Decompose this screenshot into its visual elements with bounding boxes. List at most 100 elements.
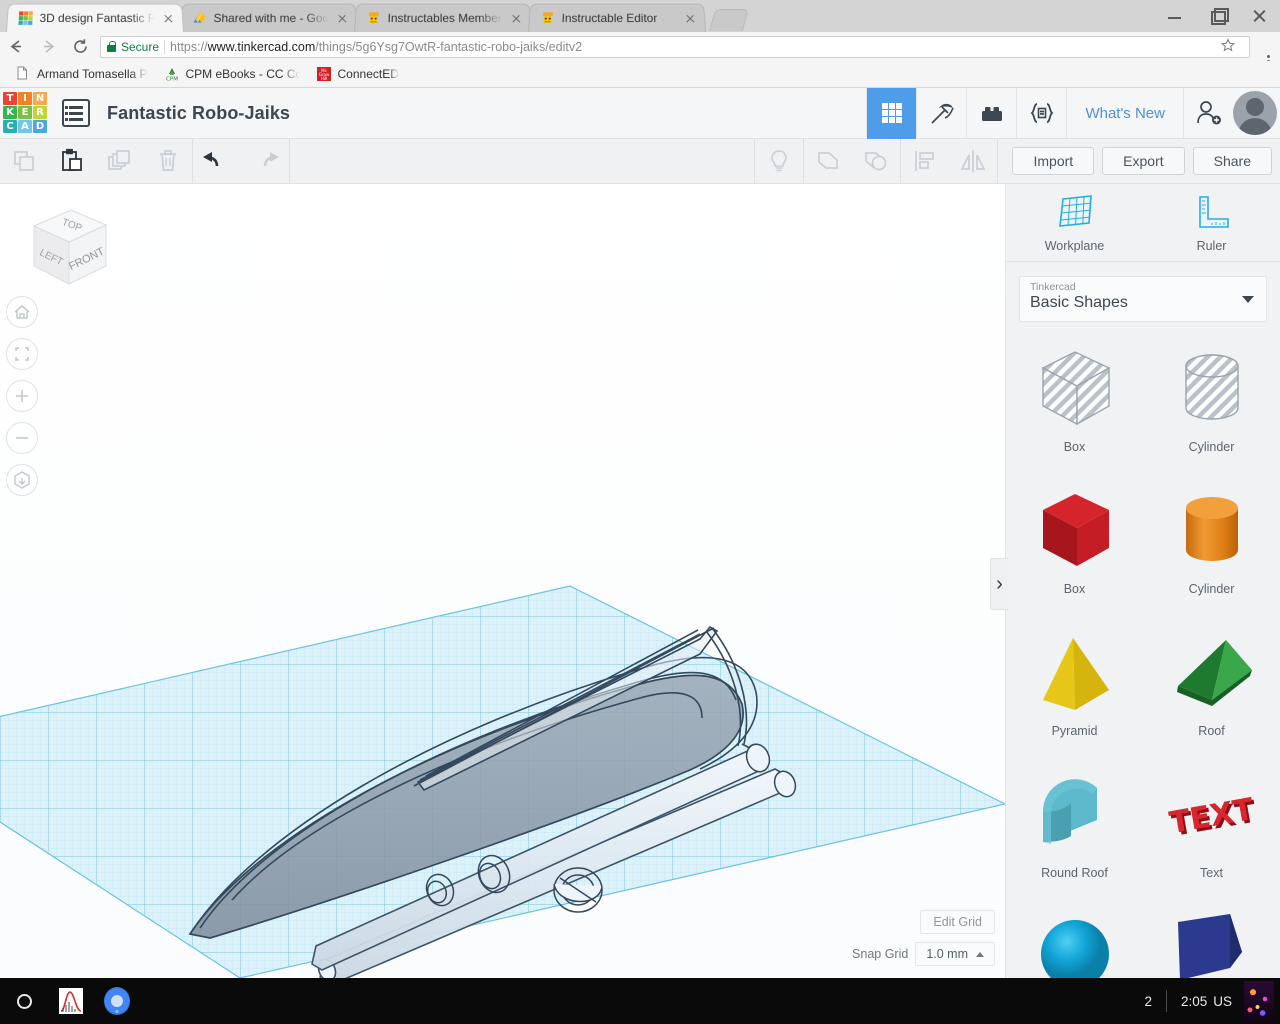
browser-tab-0[interactable]: 3D design Fantastic Rob (6, 3, 184, 32)
browser-tab-1[interactable]: Shared with me - Google (180, 3, 358, 32)
snap-grid-select[interactable]: 1.0 mm (915, 942, 995, 966)
shape-library-select[interactable]: Tinkercad Basic Shapes (1019, 276, 1267, 322)
view-cube[interactable]: TOP LEFT FRONT (14, 200, 114, 300)
launcher-circle (16, 993, 32, 1009)
panel-collapse-button[interactable]: › (990, 558, 1008, 610)
fit-to-view-button[interactable] (6, 338, 38, 370)
shape-item-wedge[interactable]: Wedge (1143, 904, 1280, 978)
close-icon[interactable] (334, 10, 351, 26)
close-icon[interactable] (508, 10, 525, 26)
back-button[interactable] (0, 32, 32, 61)
tinkercad-logo[interactable]: T I N K E R C A D (2, 91, 48, 135)
browser-tab-2[interactable]: Instructables Member : 6 (354, 3, 532, 32)
brick-icon[interactable] (966, 87, 1016, 139)
shape-item-box[interactable]: Box (1006, 478, 1143, 616)
edit-tools (0, 139, 192, 184)
shape-label: Roof (1198, 724, 1225, 738)
text-icon: TEXT TEXT TEXT (1164, 762, 1260, 866)
chrome-icon[interactable] (94, 987, 140, 1015)
shape-item-cylinder-hole[interactable]: Cylinder (1143, 336, 1280, 474)
shapes-panel: Workplane Ruler Tinkercad Basic Shapes B… (1005, 184, 1280, 978)
screen: 3D design Fantastic Rob Shared with me -… (0, 0, 1280, 1024)
pyramid-icon (1027, 620, 1123, 724)
shape-item-round-roof[interactable]: Round Roof (1006, 762, 1143, 900)
notification-count[interactable]: 2 (1130, 994, 1166, 1009)
add-person-icon[interactable] (1183, 87, 1233, 139)
pickaxe-icon[interactable] (916, 87, 966, 139)
lightbulb-icon[interactable] (755, 139, 803, 184)
bookmark-item-2[interactable]: Mc Graw Hill ConnectED (309, 63, 406, 85)
forward-button[interactable] (32, 32, 64, 61)
panel-tools-row: Workplane Ruler (1006, 184, 1280, 262)
group-icon[interactable] (804, 139, 852, 184)
ungroup-icon[interactable] (852, 139, 900, 184)
bookmarks-bar: Armand Tomasella P CPM CPM eBooks - CC C… (0, 61, 1280, 88)
avatar (1233, 91, 1277, 135)
workplane-icon (1058, 194, 1092, 227)
svg-text:TEXT: TEXT (1167, 792, 1257, 841)
document-icon (15, 66, 31, 82)
browser-tab-strip: 3D design Fantastic Rob Shared with me -… (0, 0, 1280, 32)
divider (289, 138, 290, 184)
export-button[interactable]: Export (1102, 147, 1185, 175)
close-icon[interactable] (160, 10, 177, 26)
copy-icon[interactable] (0, 139, 48, 184)
bookmark-item-0[interactable]: Armand Tomasella P (8, 63, 155, 85)
shape-label: Pyramid (1051, 724, 1098, 738)
redo-icon[interactable] (241, 139, 289, 184)
bookmark-label: CPM eBooks - CC Co (185, 67, 300, 81)
import-button[interactable]: Import (1012, 147, 1095, 175)
sphere-icon (1027, 904, 1123, 978)
shape-item-pyramid[interactable]: Pyramid (1006, 620, 1143, 758)
duplicate-icon[interactable] (96, 139, 144, 184)
home-view-button[interactable] (6, 296, 38, 328)
logo-letter: C (3, 120, 17, 133)
grid-view-icon[interactable] (866, 87, 917, 139)
share-button[interactable]: Share (1192, 147, 1272, 175)
wedge-icon (1164, 904, 1260, 978)
input-language[interactable]: US (1213, 994, 1244, 1009)
undo-icon[interactable] (193, 139, 241, 184)
zoom-in-button[interactable] (6, 380, 38, 412)
circle-launcher-icon[interactable] (0, 993, 48, 1009)
shape-item-roof[interactable]: Roof (1143, 620, 1280, 758)
clock[interactable]: 2:05 (1167, 994, 1213, 1009)
workplane-tool[interactable]: Workplane (1006, 184, 1143, 261)
new-tab-button[interactable] (708, 9, 750, 31)
design-menu-icon[interactable] (62, 99, 90, 127)
shape-item-box-hole[interactable]: Box (1006, 336, 1143, 474)
browser-tab-title: 3D design Fantastic Rob (39, 11, 155, 26)
align-icon[interactable] (901, 139, 949, 184)
shape-item-text[interactable]: TEXT TEXT TEXT Text (1143, 762, 1280, 900)
library-name: Basic Shapes (1030, 294, 1128, 311)
delete-icon[interactable] (144, 139, 192, 184)
wallpaper-thumbnail[interactable] (1244, 981, 1274, 1021)
logo-letter: E (18, 106, 32, 119)
minimize-icon[interactable] (1154, 0, 1196, 32)
shape-item-sphere[interactable]: Sphere (1006, 904, 1143, 978)
address-bar[interactable]: Secure https://www.tinkercad.com/things/… (100, 35, 1250, 58)
chart-app-icon[interactable] (48, 986, 94, 1016)
whats-new-link[interactable]: What's New (1066, 87, 1183, 139)
security-label: Secure (121, 39, 160, 54)
user-avatar-button[interactable] (1233, 88, 1280, 139)
edit-grid-button[interactable]: Edit Grid (920, 910, 995, 934)
ruler-tool[interactable]: Ruler (1143, 184, 1280, 261)
window-close-icon[interactable] (1238, 0, 1280, 32)
close-icon[interactable] (682, 10, 699, 26)
shape-label: Round Roof (1041, 866, 1108, 880)
paste-icon[interactable] (48, 139, 96, 184)
reload-button[interactable] (64, 32, 96, 61)
bookmark-item-1[interactable]: CPM CPM eBooks - CC Co (157, 63, 307, 85)
bookmark-star-icon[interactable] (1220, 38, 1243, 55)
code-blocks-icon[interactable] (1016, 87, 1066, 139)
mirror-icon[interactable] (949, 139, 997, 184)
browser-toolbar: Secure https://www.tinkercad.com/things/… (0, 32, 1280, 68)
3d-canvas[interactable]: TOP LEFT FRONT Edit Grid Snap Grid 1.0 m… (0, 184, 1005, 978)
perspective-toggle-button[interactable] (6, 464, 38, 496)
maximize-icon[interactable] (1196, 0, 1238, 32)
browser-tab-3[interactable]: Instructable Editor (528, 3, 706, 32)
shape-item-cylinder[interactable]: Cylinder (1143, 478, 1280, 616)
shape-label: Text (1200, 866, 1223, 880)
zoom-out-button[interactable] (6, 422, 38, 454)
